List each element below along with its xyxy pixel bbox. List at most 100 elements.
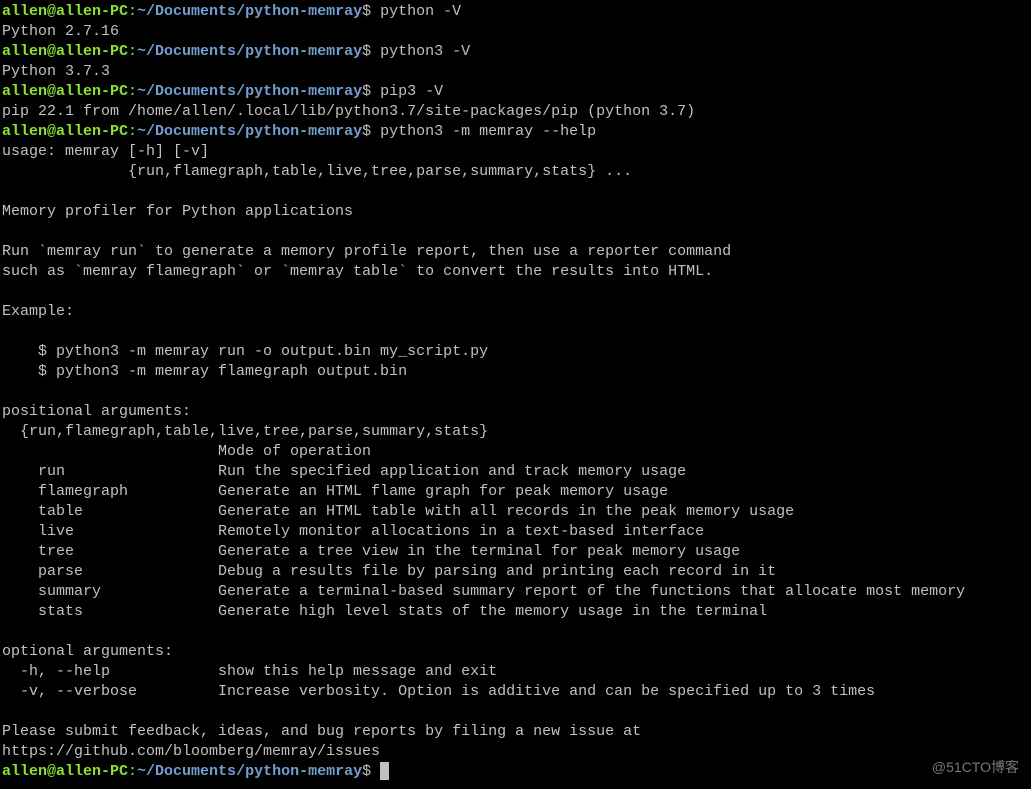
terminal-line: parse Debug a results file by parsing an… — [2, 562, 1029, 582]
output-text — [2, 623, 11, 640]
terminal-line: usage: memray [-h] [-v] — [2, 142, 1029, 162]
output-text: Python 2.7.16 — [2, 23, 119, 40]
command-text: python3 -m memray --help — [371, 123, 596, 140]
output-text: Run `memray run` to generate a memory pr… — [2, 243, 731, 260]
output-text — [2, 703, 11, 720]
output-text: table Generate an HTML table with all re… — [2, 503, 794, 520]
terminal-line: Example: — [2, 302, 1029, 322]
output-text: Memory profiler for Python applications — [2, 203, 353, 220]
prompt-path: ~/Documents/python-memray — [137, 43, 362, 60]
terminal-line: optional arguments: — [2, 642, 1029, 662]
terminal-line — [2, 622, 1029, 642]
terminal-line: allen@allen-PC:~/Documents/python-memray… — [2, 82, 1029, 102]
output-text: {run,flamegraph,table,live,tree,parse,su… — [2, 423, 488, 440]
prompt-path: ~/Documents/python-memray — [137, 83, 362, 100]
terminal-line: -h, --help show this help message and ex… — [2, 662, 1029, 682]
output-text: live Remotely monitor allocations in a t… — [2, 523, 704, 540]
prompt-dollar: $ — [362, 763, 371, 780]
terminal-line: live Remotely monitor allocations in a t… — [2, 522, 1029, 542]
output-text: Example: — [2, 303, 74, 320]
terminal-output[interactable]: allen@allen-PC:~/Documents/python-memray… — [2, 2, 1029, 782]
terminal-line: stats Generate high level stats of the m… — [2, 602, 1029, 622]
command-text: pip3 -V — [371, 83, 443, 100]
terminal-line: table Generate an HTML table with all re… — [2, 502, 1029, 522]
output-text: https://github.com/bloomberg/memray/issu… — [2, 743, 380, 760]
prompt-dollar: $ — [362, 3, 371, 20]
terminal-line: Memory profiler for Python applications — [2, 202, 1029, 222]
watermark-text: @51CTO博客 — [932, 757, 1019, 777]
prompt-colon: : — [128, 123, 137, 140]
terminal-line: pip 22.1 from /home/allen/.local/lib/pyt… — [2, 102, 1029, 122]
terminal-line — [2, 702, 1029, 722]
output-text: stats Generate high level stats of the m… — [2, 603, 767, 620]
prompt-path: ~/Documents/python-memray — [137, 123, 362, 140]
prompt-user-host: allen@allen-PC — [2, 3, 128, 20]
terminal-line: Mode of operation — [2, 442, 1029, 462]
terminal-line: https://github.com/bloomberg/memray/issu… — [2, 742, 1029, 762]
terminal-line: allen@allen-PC:~/Documents/python-memray… — [2, 122, 1029, 142]
output-text: pip 22.1 from /home/allen/.local/lib/pyt… — [2, 103, 695, 120]
output-text: positional arguments: — [2, 403, 191, 420]
terminal-line: Python 2.7.16 — [2, 22, 1029, 42]
terminal-line: {run,flamegraph,table,live,tree,parse,su… — [2, 162, 1029, 182]
prompt-dollar: $ — [362, 83, 371, 100]
terminal-line: such as `memray flamegraph` or `memray t… — [2, 262, 1029, 282]
output-text: optional arguments: — [2, 643, 173, 660]
prompt-path: ~/Documents/python-memray — [137, 3, 362, 20]
output-text — [2, 183, 11, 200]
terminal-line: Python 3.7.3 — [2, 62, 1029, 82]
terminal-line: allen@allen-PC:~/Documents/python-memray… — [2, 42, 1029, 62]
prompt-user-host: allen@allen-PC — [2, 763, 128, 780]
output-text: usage: memray [-h] [-v] — [2, 143, 209, 160]
output-text: flamegraph Generate an HTML flame graph … — [2, 483, 668, 500]
prompt-user-host: allen@allen-PC — [2, 43, 128, 60]
output-text — [2, 223, 11, 240]
prompt-dollar: $ — [362, 43, 371, 60]
output-text: run Run the specified application and tr… — [2, 463, 686, 480]
prompt-colon: : — [128, 3, 137, 20]
prompt-path: ~/Documents/python-memray — [137, 763, 362, 780]
output-text: {run,flamegraph,table,live,tree,parse,su… — [2, 163, 632, 180]
command-text: python3 -V — [371, 43, 470, 60]
output-text — [2, 383, 11, 400]
output-text — [2, 323, 11, 340]
output-text: $ python3 -m memray run -o output.bin my… — [2, 343, 488, 360]
command-text — [371, 763, 380, 780]
output-text — [2, 283, 11, 300]
output-text: summary Generate a terminal-based summar… — [2, 583, 965, 600]
output-text: $ python3 -m memray flamegraph output.bi… — [2, 363, 407, 380]
terminal-line: $ python3 -m memray run -o output.bin my… — [2, 342, 1029, 362]
prompt-user-host: allen@allen-PC — [2, 83, 128, 100]
terminal-line — [2, 182, 1029, 202]
terminal-line: tree Generate a tree view in the termina… — [2, 542, 1029, 562]
terminal-line: Run `memray run` to generate a memory pr… — [2, 242, 1029, 262]
terminal-line: {run,flamegraph,table,live,tree,parse,su… — [2, 422, 1029, 442]
command-text: python -V — [371, 3, 461, 20]
prompt-colon: : — [128, 43, 137, 60]
terminal-line — [2, 222, 1029, 242]
output-text: such as `memray flamegraph` or `memray t… — [2, 263, 713, 280]
terminal-line: $ python3 -m memray flamegraph output.bi… — [2, 362, 1029, 382]
prompt-dollar: $ — [362, 123, 371, 140]
terminal-line: flamegraph Generate an HTML flame graph … — [2, 482, 1029, 502]
output-text: Python 3.7.3 — [2, 63, 110, 80]
terminal-line: summary Generate a terminal-based summar… — [2, 582, 1029, 602]
prompt-user-host: allen@allen-PC — [2, 123, 128, 140]
terminal-line — [2, 282, 1029, 302]
output-text: -v, --verbose Increase verbosity. Option… — [2, 683, 875, 700]
terminal-line: run Run the specified application and tr… — [2, 462, 1029, 482]
terminal-line: allen@allen-PC:~/Documents/python-memray… — [2, 762, 1029, 782]
output-text: parse Debug a results file by parsing an… — [2, 563, 776, 580]
output-text: Mode of operation — [2, 443, 371, 460]
cursor-icon[interactable] — [380, 762, 389, 780]
prompt-colon: : — [128, 83, 137, 100]
terminal-line: allen@allen-PC:~/Documents/python-memray… — [2, 2, 1029, 22]
output-text: -h, --help show this help message and ex… — [2, 663, 497, 680]
terminal-line: Please submit feedback, ideas, and bug r… — [2, 722, 1029, 742]
terminal-line — [2, 382, 1029, 402]
terminal-line: positional arguments: — [2, 402, 1029, 422]
terminal-line — [2, 322, 1029, 342]
prompt-colon: : — [128, 763, 137, 780]
terminal-line: -v, --verbose Increase verbosity. Option… — [2, 682, 1029, 702]
output-text: tree Generate a tree view in the termina… — [2, 543, 740, 560]
